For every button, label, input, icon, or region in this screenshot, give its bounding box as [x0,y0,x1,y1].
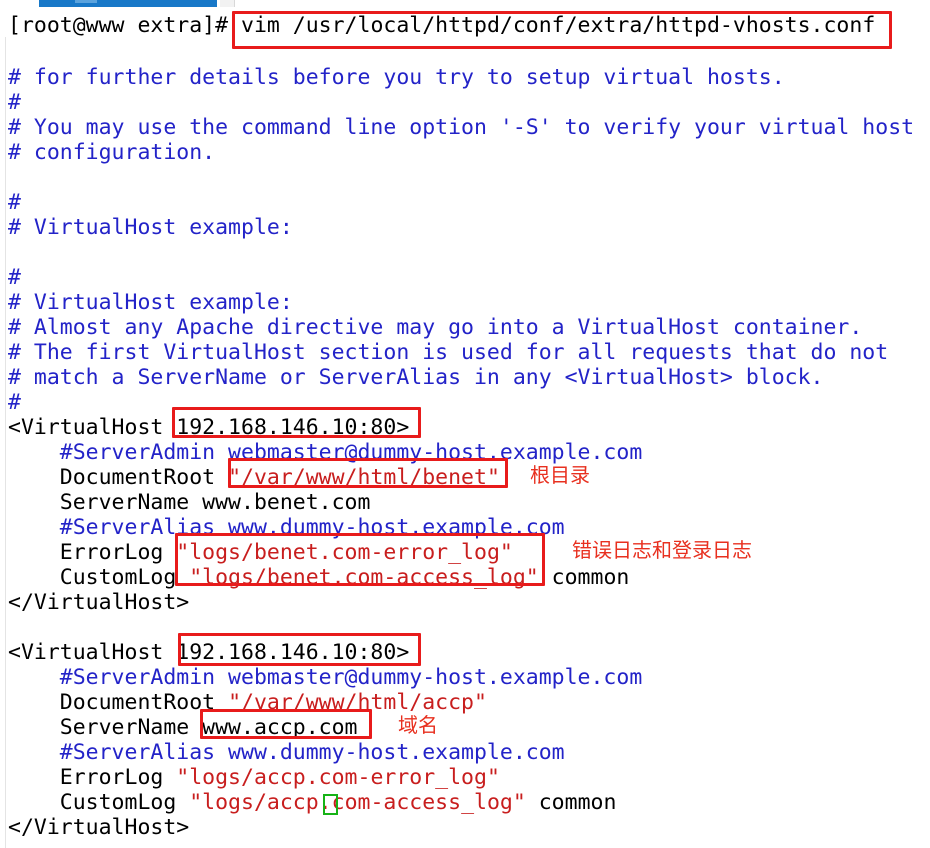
editor-line: #ServerAlias www.dummy-host.example.com [8,740,565,765]
shell-command: vim /usr/local/httpd/conf/extra/httpd-vh… [241,13,876,38]
editor-line: ServerName www.accp.com [8,715,358,740]
directive-errorlog: ErrorLog [8,765,177,790]
editor-line: # [8,190,21,215]
editor-line: # Almost any Apache directive may go int… [8,315,863,340]
customlog-format: common [525,790,617,815]
editor-line: CustomLog "logs/accp.com-access_log" com… [8,790,617,815]
editor-line: # match a ServerName or ServerAlias in a… [8,365,824,390]
value-customlog-part2: com-access_log" [331,790,526,815]
editor-line: <VirtualHost 192.168.146.10:80> [8,415,410,440]
editor-line: </VirtualHost> [8,590,190,615]
annotation-label-domain-name: 域名 [398,713,438,737]
editor-line: # The first VirtualHost section is used … [8,340,889,365]
editor-line: # for further details before you try to … [8,65,785,90]
editor-line: # [8,265,21,290]
editor-line: # VirtualHost example: [8,215,293,240]
editor-line: # You may use the command line option '-… [8,115,915,140]
window-tab-bar [0,0,930,7]
tab-new[interactable] [220,0,235,7]
directive-customlog: CustomLog [8,565,190,590]
value-errorlog: "logs/accp.com-error_log" [176,765,500,790]
editor-line: # [8,390,21,415]
editor-line: # [8,90,21,115]
editor-line: ErrorLog "logs/accp.com-error_log" [8,765,500,790]
directive-errorlog: ErrorLog [8,540,177,565]
editor-line: # VirtualHost example: [8,290,293,315]
directive-documentroot: DocumentRoot [8,690,229,715]
annotation-label-root-directory: 根目录 [530,463,590,487]
directive-documentroot: DocumentRoot [8,465,229,490]
editor-line: DocumentRoot "/var/www/html/accp" [8,690,487,715]
value-errorlog: "logs/benet.com-error_log" [176,540,513,565]
vim-left-edge-rule [5,37,6,848]
annotation-label-logs: 错误日志和登录日志 [572,538,752,562]
customlog-format: common [538,565,630,590]
tab-active[interactable] [39,0,217,7]
editor-line: DocumentRoot "/var/www/html/benet" [8,465,500,490]
editor-line: <VirtualHost 192.168.146.10:80> [8,640,410,665]
directive-customlog: CustomLog [8,790,190,815]
tab-active-highlight [75,0,97,3]
editor-line: ServerName www.benet.com [8,490,371,515]
editor-line: #ServerAdmin webmaster@dummy-host.exampl… [8,665,643,690]
editor-line: </VirtualHost> [8,815,190,840]
value-documentroot: "/var/www/html/accp" [228,690,487,715]
terminal-screen[interactable]: [root@www extra]# vim /usr/local/httpd/c… [0,7,930,848]
value-documentroot: "/var/www/html/benet" [228,465,500,490]
value-customlog: "logs/benet.com-access_log" [189,565,539,590]
editor-line: # configuration. [8,140,216,165]
value-customlog-part1: "logs/accp [189,790,319,815]
cursor-char: . [318,790,332,815]
editor-line: ErrorLog "logs/benet.com-error_log" [8,540,513,565]
shell-prompt: [root@www extra]# [8,13,241,38]
editor-line: #ServerAlias www.dummy-host.example.com [8,515,565,540]
shell-prompt-line: [root@www extra]# vim /usr/local/httpd/c… [8,13,875,38]
editor-line: #ServerAdmin webmaster@dummy-host.exampl… [8,440,643,465]
editor-line: CustomLog "logs/benet.com-access_log" co… [8,565,630,590]
